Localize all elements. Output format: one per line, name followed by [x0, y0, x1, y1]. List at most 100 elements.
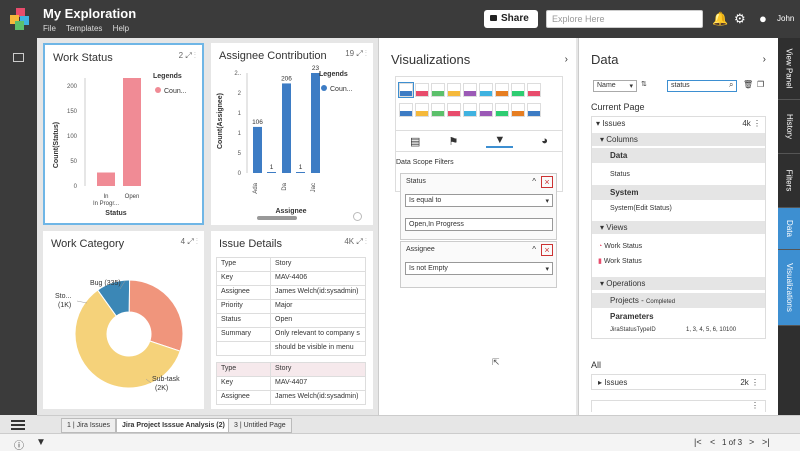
tab-filters[interactable]: Filters: [778, 154, 800, 208]
sort-az-icon[interactable]: ⇅: [641, 80, 647, 88]
field-name-cell: Key: [216, 376, 271, 391]
bar: [296, 172, 305, 173]
tree-operations[interactable]: ▾ Operations: [592, 277, 765, 290]
share-button[interactable]: Share: [484, 10, 538, 28]
sort-select[interactable]: Name ▾: [593, 80, 637, 92]
widget-count: 4K: [344, 237, 355, 246]
tree-projects[interactable]: Projects - Completed: [592, 293, 765, 308]
legend-item[interactable]: Coun...: [321, 85, 353, 93]
app-title: My Exploration: [43, 6, 137, 21]
tab-view-panel[interactable]: View Panel: [778, 38, 800, 100]
menu-help[interactable]: Help: [113, 24, 129, 33]
filter-value-input[interactable]: Open,In Progress: [405, 218, 553, 231]
view-item-donut[interactable]: ◔ Work Status: [598, 243, 642, 250]
page-tab-1[interactable]: 1 | Jira Issues: [61, 418, 117, 433]
kpi-icon[interactable]: [415, 103, 429, 117]
horizontal-scrollbar[interactable]: [257, 216, 297, 220]
page-tab-3[interactable]: 3 | Untitled Page: [228, 418, 292, 433]
first-page-icon[interactable]: |<: [694, 437, 702, 447]
bell-icon[interactable]: 🔔: [712, 11, 728, 27]
last-page-icon[interactable]: >|: [762, 437, 770, 447]
donut-chart-icon[interactable]: [479, 83, 493, 97]
bubble-chart-icon[interactable]: [479, 103, 493, 117]
collapse-icon[interactable]: ^: [532, 245, 536, 254]
pivot-icon[interactable]: [431, 103, 445, 117]
current-page-heading: Current Page: [591, 102, 645, 112]
work-status-widget[interactable]: Work Status 2 ⤢ ⋮ 0 50 100 150 200 27 216 In In …: [43, 43, 204, 225]
tab-properties-icon[interactable]: ▤: [410, 135, 420, 148]
chevron-right-icon[interactable]: ›: [763, 54, 766, 65]
menu-templates[interactable]: Templates: [66, 24, 102, 33]
tree-map-icon[interactable]: [495, 103, 509, 117]
menu-icon[interactable]: [0, 415, 37, 433]
gauge-icon[interactable]: [399, 103, 413, 117]
heatmap-icon[interactable]: [463, 103, 477, 117]
prev-page-icon[interactable]: <: [710, 437, 715, 447]
funnel-icon[interactable]: [447, 103, 461, 117]
table-icon[interactable]: [511, 83, 525, 97]
more-icon[interactable]: ⋮: [365, 237, 367, 246]
collapse-icon[interactable]: ^: [532, 177, 536, 186]
app-logo: [10, 8, 32, 30]
combo-chart-icon[interactable]: [527, 83, 541, 97]
tab-data[interactable]: Data: [778, 208, 800, 250]
copy-icon[interactable]: ❐: [757, 80, 764, 89]
expand-icon[interactable]: ⤢: [356, 237, 362, 246]
user-name[interactable]: John: [777, 14, 794, 23]
legend-item[interactable]: Coun...: [155, 87, 187, 95]
tree-views[interactable]: ▾ Views: [592, 221, 765, 234]
tab-filter-icon[interactable]: ▼: [486, 134, 514, 148]
filter-operator-select[interactable]: Is not Empty ▾: [405, 262, 553, 275]
tab-format-icon[interactable]: ⚑: [448, 135, 458, 148]
area-chart-icon[interactable]: [447, 83, 461, 97]
all-next-item[interactable]: ⋮: [591, 400, 766, 412]
tab-history[interactable]: History: [778, 100, 800, 154]
filter-operator-select[interactable]: Is equal to ▾: [405, 194, 553, 207]
user-avatar-icon[interactable]: ●: [759, 11, 767, 26]
gear-icon[interactable]: ⚙: [734, 11, 746, 27]
widget-title: Issue Details: [219, 238, 282, 250]
map-icon[interactable]: [527, 103, 541, 117]
column-status[interactable]: Status: [610, 171, 630, 178]
tree-columns[interactable]: ▾ Columns: [592, 133, 765, 146]
bar-chart-icon[interactable]: [398, 82, 414, 98]
next-page-icon[interactable]: >: [749, 437, 754, 447]
assignee-contribution-widget[interactable]: Assignee Contribution 19 ⤢ ⋮ 0 5 1 1 2 2.. 106…: [211, 43, 373, 225]
info-icon[interactable]: ⓘ: [14, 437, 24, 451]
page-tab-2[interactable]: Jira Project Isssue Analysis (2): [116, 418, 231, 433]
page-tabs-bar: 1 | Jira Issues Jira Project Isssue Anal…: [37, 415, 800, 433]
scatter-chart-icon[interactable]: [495, 83, 509, 97]
search-icon[interactable]: ⌕: [729, 80, 733, 90]
tab-palette-icon[interactable]: ◕: [541, 135, 548, 147]
explore-search-input[interactable]: Explore Here: [546, 10, 703, 28]
scroll-end-icon[interactable]: [353, 212, 362, 221]
remove-filter-button[interactable]: ×: [541, 176, 553, 188]
tree-issues[interactable]: ▾ Issues 4k ⋮: [592, 117, 765, 131]
column-system-edit-status[interactable]: System(Edit Status): [610, 205, 672, 212]
column-chart-icon[interactable]: [431, 83, 445, 97]
y-tick-label: 50: [70, 159, 77, 165]
menu-file[interactable]: File: [43, 24, 56, 33]
tab-visualizations[interactable]: Visualizations: [778, 250, 800, 326]
data-search-input[interactable]: status: [667, 80, 737, 92]
issue-details-widget[interactable]: Issue Details 4K ⤢ ⋮ Type Story Key MAV-440…: [211, 231, 373, 409]
waterfall-icon[interactable]: [511, 103, 525, 117]
operator-value: Is equal to: [409, 197, 442, 204]
mouse-cursor-icon: ⇱: [492, 357, 500, 367]
y-tick-label: 1: [238, 111, 242, 117]
trash-icon[interactable]: 🗑: [743, 80, 753, 89]
line-chart-icon[interactable]: [415, 83, 429, 97]
pie-chart-icon[interactable]: [463, 83, 477, 97]
view-item-bar[interactable]: ▮ Work Status: [598, 257, 642, 265]
count-value: 2k: [740, 378, 749, 387]
legend-label: Coun...: [164, 88, 187, 95]
chevron-right-icon[interactable]: ›: [565, 54, 568, 65]
filter-icon[interactable]: ▼: [36, 437, 46, 448]
x-tick-label: Da: [282, 182, 288, 190]
remove-filter-button[interactable]: ×: [541, 244, 553, 256]
field-name-cell: Assignee: [216, 285, 271, 300]
pages-icon[interactable]: [13, 53, 24, 62]
work-category-widget[interactable]: Work Category 4 ⤢ ⋮ Bug (335) Sto... (1K…: [43, 231, 204, 409]
dropdown-arrow-icon: ▾: [545, 266, 549, 273]
all-issues[interactable]: ▸ Issues 2k ⋮: [591, 374, 766, 390]
